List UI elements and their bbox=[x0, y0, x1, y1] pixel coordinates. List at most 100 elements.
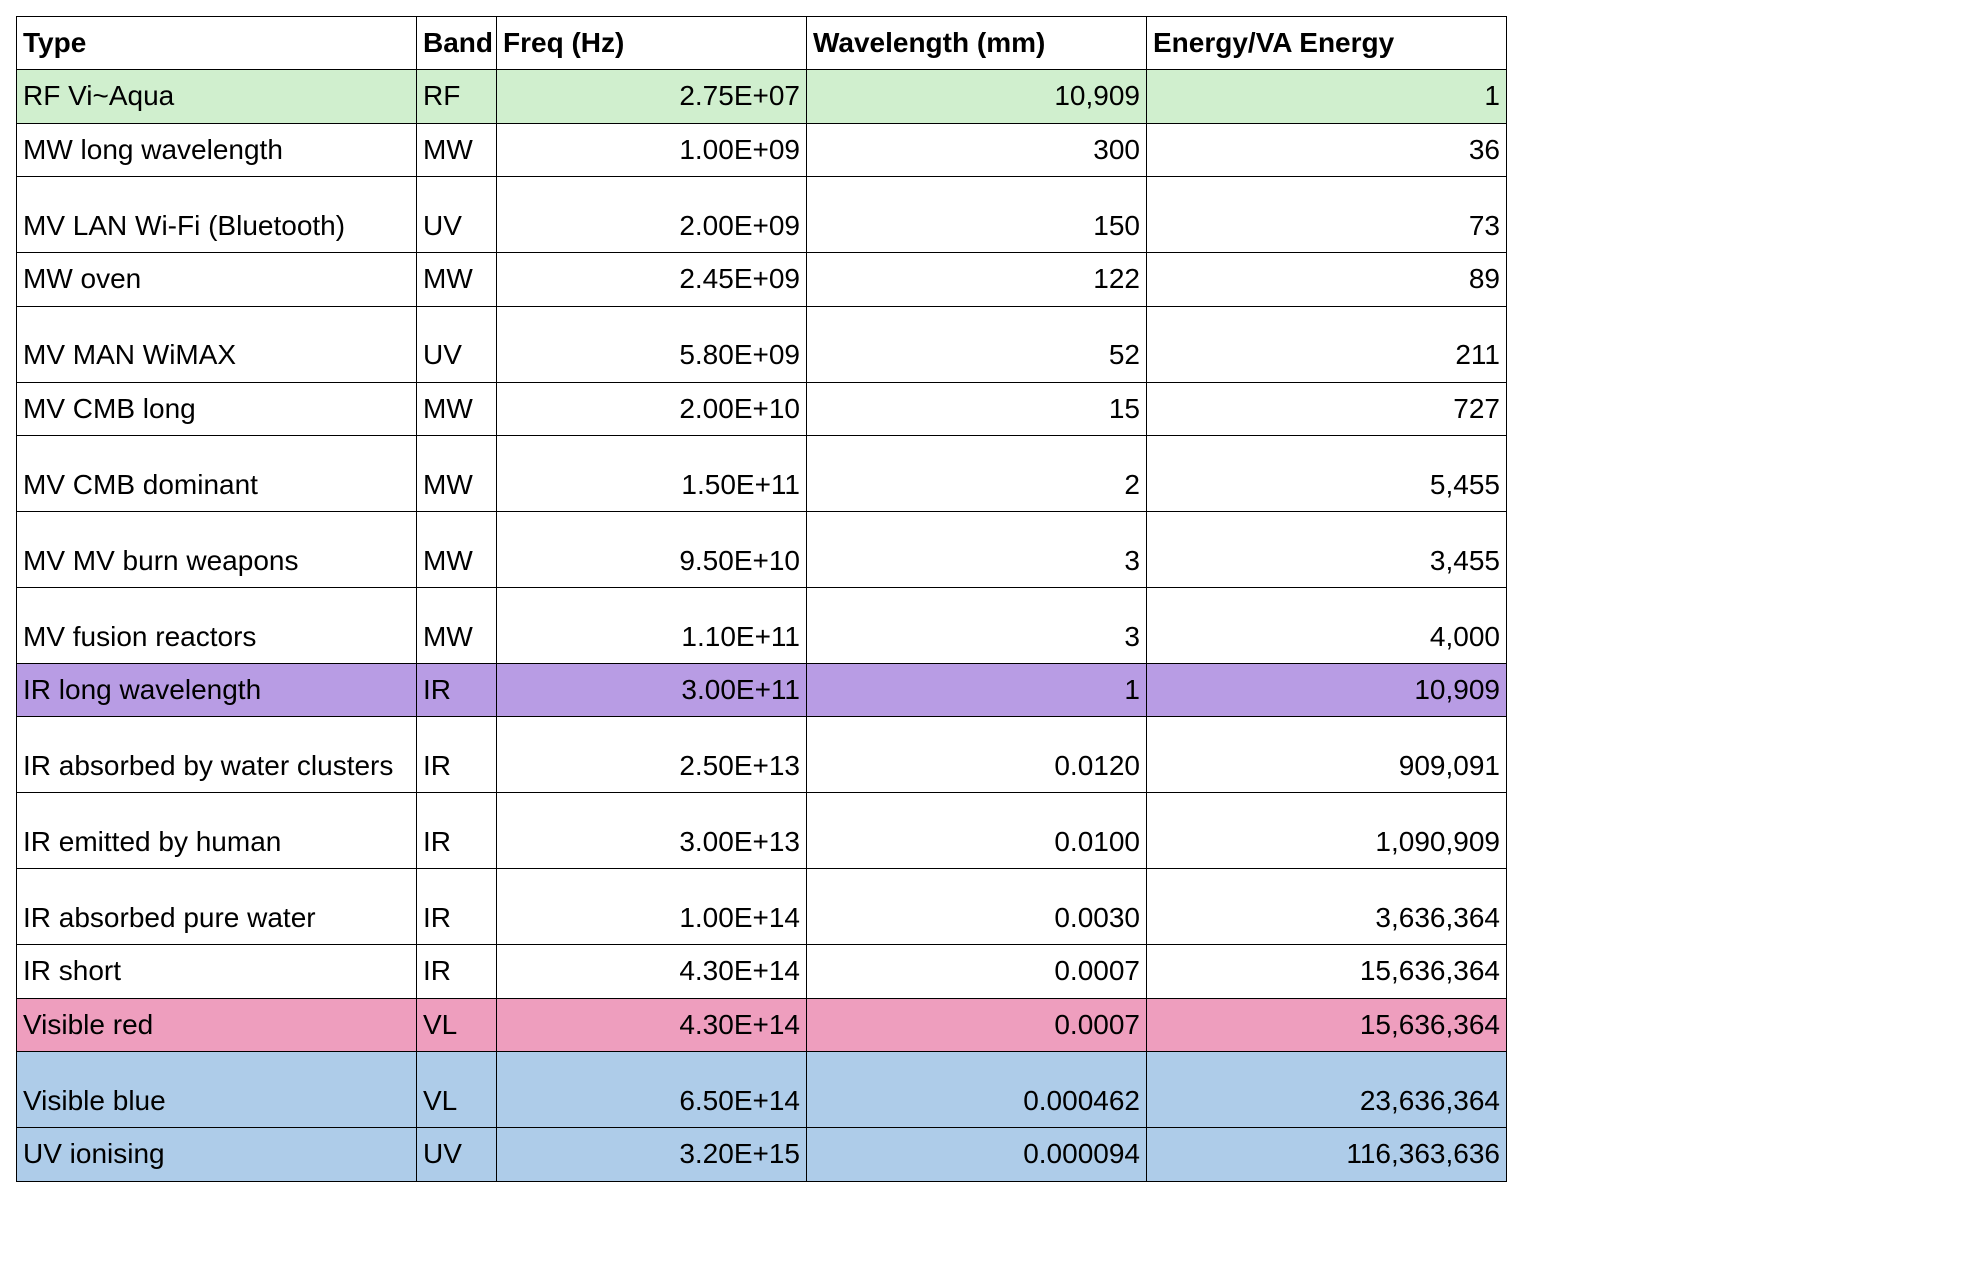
cell-wavelength: 0.0007 bbox=[807, 945, 1147, 998]
table-row: MV MAN WiMAXUV5.80E+0952211 bbox=[17, 306, 1507, 382]
table-body: RF Vi~AquaRF2.75E+0710,9091MW long wavel… bbox=[17, 70, 1507, 1181]
cell-freq: 6.50E+14 bbox=[497, 1052, 807, 1128]
cell-type: IR absorbed by water clusters bbox=[17, 717, 417, 793]
cell-freq: 2.75E+07 bbox=[497, 70, 807, 123]
cell-wavelength: 0.000094 bbox=[807, 1128, 1147, 1181]
cell-band: VL bbox=[417, 1052, 497, 1128]
cell-freq: 4.30E+14 bbox=[497, 945, 807, 998]
cell-wavelength: 3 bbox=[807, 511, 1147, 587]
cell-wavelength: 2 bbox=[807, 435, 1147, 511]
cell-freq: 1.10E+11 bbox=[497, 587, 807, 663]
cell-band: MW bbox=[417, 511, 497, 587]
cell-energy: 1,090,909 bbox=[1147, 793, 1507, 869]
cell-wavelength: 0.000462 bbox=[807, 1052, 1147, 1128]
cell-energy: 1 bbox=[1147, 70, 1507, 123]
cell-freq: 4.30E+14 bbox=[497, 998, 807, 1051]
cell-energy: 15,636,364 bbox=[1147, 945, 1507, 998]
cell-freq: 3.00E+11 bbox=[497, 663, 807, 716]
cell-energy: 4,000 bbox=[1147, 587, 1507, 663]
table-row: MV LAN Wi-Fi (Bluetooth)UV2.00E+0915073 bbox=[17, 177, 1507, 253]
cell-band: MW bbox=[417, 123, 497, 176]
cell-wavelength: 0.0100 bbox=[807, 793, 1147, 869]
cell-wavelength: 0.0120 bbox=[807, 717, 1147, 793]
cell-energy: 3,455 bbox=[1147, 511, 1507, 587]
cell-freq: 2.00E+09 bbox=[497, 177, 807, 253]
cell-energy: 116,363,636 bbox=[1147, 1128, 1507, 1181]
cell-band: IR bbox=[417, 717, 497, 793]
header-energy: Energy/VA Energy bbox=[1147, 17, 1507, 70]
cell-energy: 5,455 bbox=[1147, 435, 1507, 511]
cell-energy: 211 bbox=[1147, 306, 1507, 382]
cell-energy: 36 bbox=[1147, 123, 1507, 176]
cell-wavelength: 52 bbox=[807, 306, 1147, 382]
cell-energy: 89 bbox=[1147, 253, 1507, 306]
cell-band: MW bbox=[417, 587, 497, 663]
cell-wavelength: 15 bbox=[807, 382, 1147, 435]
cell-wavelength: 0.0030 bbox=[807, 869, 1147, 945]
header-wave: Wavelength (mm) bbox=[807, 17, 1147, 70]
cell-type: MV MAN WiMAX bbox=[17, 306, 417, 382]
cell-type: MV fusion reactors bbox=[17, 587, 417, 663]
cell-energy: 10,909 bbox=[1147, 663, 1507, 716]
cell-band: UV bbox=[417, 1128, 497, 1181]
cell-band: IR bbox=[417, 869, 497, 945]
table-row: MV CMB dominantMW1.50E+1125,455 bbox=[17, 435, 1507, 511]
table-row: UV ionisingUV3.20E+150.000094116,363,636 bbox=[17, 1128, 1507, 1181]
cell-wavelength: 10,909 bbox=[807, 70, 1147, 123]
cell-type: MW oven bbox=[17, 253, 417, 306]
cell-band: MW bbox=[417, 253, 497, 306]
cell-band: VL bbox=[417, 998, 497, 1051]
table-row: MW ovenMW2.45E+0912289 bbox=[17, 253, 1507, 306]
header-freq: Freq (Hz) bbox=[497, 17, 807, 70]
cell-type: Visible red bbox=[17, 998, 417, 1051]
cell-energy: 15,636,364 bbox=[1147, 998, 1507, 1051]
cell-freq: 1.50E+11 bbox=[497, 435, 807, 511]
table-row: IR shortIR4.30E+140.000715,636,364 bbox=[17, 945, 1507, 998]
cell-freq: 3.00E+13 bbox=[497, 793, 807, 869]
table-row: Visible redVL4.30E+140.000715,636,364 bbox=[17, 998, 1507, 1051]
cell-type: MW long wavelength bbox=[17, 123, 417, 176]
cell-band: UV bbox=[417, 177, 497, 253]
cell-energy: 909,091 bbox=[1147, 717, 1507, 793]
table-row: MV MV burn weaponsMW9.50E+1033,455 bbox=[17, 511, 1507, 587]
cell-type: MV CMB dominant bbox=[17, 435, 417, 511]
cell-energy: 727 bbox=[1147, 382, 1507, 435]
table-row: RF Vi~AquaRF2.75E+0710,9091 bbox=[17, 70, 1507, 123]
cell-wavelength: 0.0007 bbox=[807, 998, 1147, 1051]
cell-wavelength: 122 bbox=[807, 253, 1147, 306]
cell-type: MV CMB long bbox=[17, 382, 417, 435]
cell-freq: 1.00E+14 bbox=[497, 869, 807, 945]
cell-energy: 23,636,364 bbox=[1147, 1052, 1507, 1128]
cell-energy: 3,636,364 bbox=[1147, 869, 1507, 945]
cell-type: IR absorbed pure water bbox=[17, 869, 417, 945]
cell-freq: 1.00E+09 bbox=[497, 123, 807, 176]
cell-band: MW bbox=[417, 382, 497, 435]
table-row: MV fusion reactorsMW1.10E+1134,000 bbox=[17, 587, 1507, 663]
table-row: IR absorbed pure waterIR1.00E+140.00303,… bbox=[17, 869, 1507, 945]
cell-band: IR bbox=[417, 663, 497, 716]
cell-wavelength: 150 bbox=[807, 177, 1147, 253]
cell-wavelength: 3 bbox=[807, 587, 1147, 663]
cell-type: MV LAN Wi-Fi (Bluetooth) bbox=[17, 177, 417, 253]
cell-band: UV bbox=[417, 306, 497, 382]
cell-freq: 3.20E+15 bbox=[497, 1128, 807, 1181]
cell-freq: 2.45E+09 bbox=[497, 253, 807, 306]
cell-band: IR bbox=[417, 793, 497, 869]
cell-type: RF Vi~Aqua bbox=[17, 70, 417, 123]
table-row: IR long wavelengthIR3.00E+11110,909 bbox=[17, 663, 1507, 716]
cell-wavelength: 1 bbox=[807, 663, 1147, 716]
cell-type: MV MV burn weapons bbox=[17, 511, 417, 587]
cell-band: RF bbox=[417, 70, 497, 123]
spectrum-table: Type Band Freq (Hz) Wavelength (mm) Ener… bbox=[16, 16, 1507, 1182]
table-row: Visible blueVL6.50E+140.00046223,636,364 bbox=[17, 1052, 1507, 1128]
table-row: MW long wavelengthMW1.00E+0930036 bbox=[17, 123, 1507, 176]
cell-wavelength: 300 bbox=[807, 123, 1147, 176]
header-band: Band bbox=[417, 17, 497, 70]
cell-type: IR long wavelength bbox=[17, 663, 417, 716]
cell-freq: 2.00E+10 bbox=[497, 382, 807, 435]
cell-type: IR short bbox=[17, 945, 417, 998]
table-row: MV CMB longMW2.00E+1015727 bbox=[17, 382, 1507, 435]
header-type: Type bbox=[17, 17, 417, 70]
cell-type: Visible blue bbox=[17, 1052, 417, 1128]
cell-band: MW bbox=[417, 435, 497, 511]
